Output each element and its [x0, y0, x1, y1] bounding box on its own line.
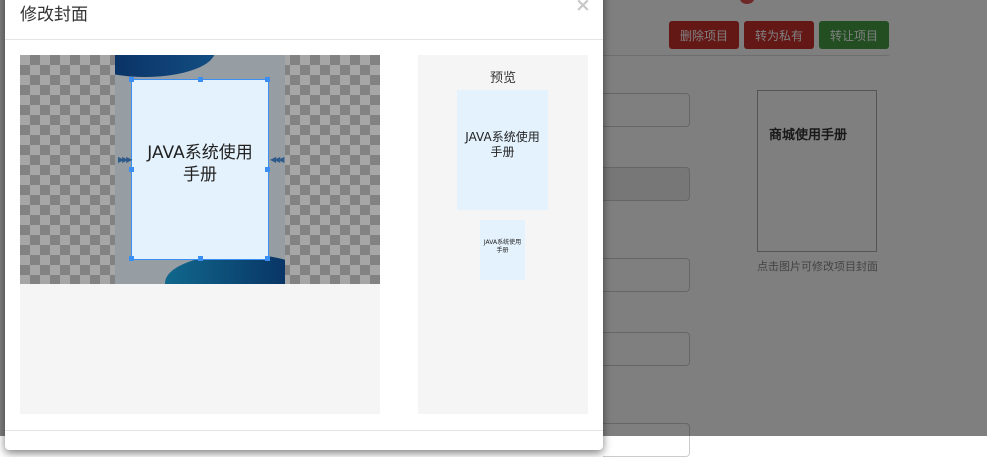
crop-text-line1: JAVA系统使用 [147, 143, 253, 163]
crop-handle-w[interactable] [129, 167, 134, 172]
preview-small-line1: JAVA系统使用 [483, 239, 522, 246]
crop-text-line2: 手册 [183, 165, 217, 185]
preview-title: 预览 [489, 71, 516, 86]
crop-selection-box[interactable]: JAVA系统使用 手册 [129, 77, 270, 261]
crop-box-text: JAVA系统使用 手册 [132, 142, 268, 186]
crop-right-arrows-icon: ◀◀◀ [270, 155, 285, 164]
preview-small-text: JAVA系统使用 手册 [480, 239, 525, 255]
preview-large-text: JAVA系统使用 手册 [457, 130, 548, 160]
crop-handle-ne[interactable] [265, 77, 270, 82]
image-wave-top [115, 55, 215, 77]
crop-handle-se[interactable] [265, 256, 270, 261]
close-icon[interactable]: × [575, 0, 591, 16]
preview-small-line2: 手册 [496, 247, 509, 254]
preview-panel: 预览 JAVA系统使用 手册 JAVA系统使用 手册 [418, 55, 588, 414]
crop-handle-s[interactable] [198, 256, 203, 261]
crop-panel: ▶▶▶ ◀◀◀ JAVA系统使用 手册 [20, 55, 380, 414]
edit-cover-modal: 修改封面 × ▶▶▶ ◀◀◀ JAVA系统使用 手册 预览 JAVA系统使用 手… [5, 0, 603, 450]
crop-handle-nw[interactable] [129, 77, 134, 82]
modal-title: 修改封面 [20, 5, 88, 25]
preview-small: JAVA系统使用 手册 [480, 220, 525, 280]
modal-header-divider [5, 39, 603, 40]
preview-large: JAVA系统使用 手册 [457, 90, 548, 210]
preview-large-line2: 手册 [490, 145, 515, 159]
crop-left-arrows-icon: ▶▶▶ [118, 155, 133, 164]
crop-handle-n[interactable] [198, 77, 203, 82]
modal-footer-divider [5, 430, 603, 431]
crop-handle-sw[interactable] [129, 256, 134, 261]
crop-handle-e[interactable] [265, 167, 270, 172]
preview-large-line1: JAVA系统使用 [465, 130, 540, 144]
